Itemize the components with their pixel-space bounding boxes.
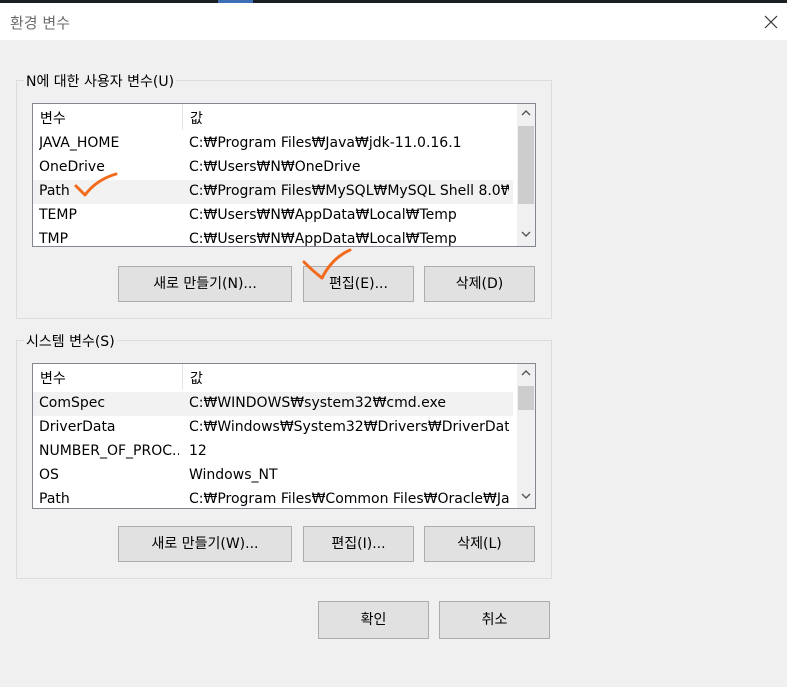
scroll-down-button[interactable] (517, 488, 535, 506)
vertical-scrollbar[interactable] (517, 104, 535, 246)
table-row[interactable]: NUMBER_OF_PROC... 12 (33, 440, 513, 464)
scroll-thumb[interactable] (518, 126, 534, 204)
list-header: 변수 값 (33, 364, 513, 390)
user-edit-button[interactable]: 편집(E)... (303, 266, 414, 302)
variable-value: C:₩Windows₩System32₩Drivers₩DriverData (189, 419, 509, 435)
header-separator (182, 364, 183, 390)
variable-value: 12 (189, 443, 207, 459)
table-row[interactable]: OS Windows_NT (33, 464, 513, 488)
scroll-down-button[interactable] (517, 226, 535, 244)
table-row[interactable]: Path C:₩Program Files₩Common Files₩Oracl… (33, 488, 513, 508)
variable-value: Windows_NT (189, 467, 278, 483)
variable-name: TMP (39, 231, 69, 247)
user-variables-list[interactable]: 변수 값 JAVA_HOME C:₩Program Files₩Java₩jdk… (32, 103, 536, 247)
system-variables-label: 시스템 변수(S) (24, 331, 117, 351)
variable-value: C:₩Users₩N₩AppData₩Local₩Temp (189, 231, 457, 247)
table-row[interactable]: TMP C:₩Users₩N₩AppData₩Local₩Temp (33, 228, 513, 247)
user-delete-button[interactable]: 삭제(D) (424, 266, 535, 302)
system-variables-list[interactable]: 변수 값 ComSpec C:₩WINDOWS₩system32₩cmd.exe… (32, 363, 536, 509)
table-row[interactable]: JAVA_HOME C:₩Program Files₩Java₩jdk-11.0… (33, 132, 513, 156)
window-title: 환경 변수 (10, 14, 70, 32)
header-variable[interactable]: 변수 (40, 368, 66, 388)
variable-name: TEMP (39, 207, 77, 223)
header-value[interactable]: 값 (190, 368, 203, 388)
scroll-thumb[interactable] (518, 386, 534, 410)
ok-button[interactable]: 확인 (318, 601, 429, 639)
cancel-button[interactable]: 취소 (439, 601, 550, 639)
scroll-up-button[interactable] (517, 104, 535, 122)
variable-name: OneDrive (39, 159, 105, 175)
close-button[interactable] (756, 7, 786, 37)
system-delete-button[interactable]: 삭제(L) (424, 526, 535, 562)
header-separator (182, 104, 183, 130)
system-edit-button[interactable]: 편집(I)... (303, 526, 414, 562)
list-header: 변수 값 (33, 104, 513, 130)
variable-name: JAVA_HOME (39, 135, 120, 151)
variable-value: C:₩Program Files₩Common Files₩Oracle₩Ja.… (189, 491, 509, 507)
user-new-button[interactable]: 새로 만들기(N)... (118, 266, 292, 302)
table-row[interactable]: DriverData C:₩Windows₩System32₩Drivers₩D… (33, 416, 513, 440)
variable-value: C:₩WINDOWS₩system32₩cmd.exe (189, 395, 446, 411)
header-variable[interactable]: 변수 (40, 108, 66, 128)
table-row[interactable]: Path C:₩Program Files₩MySQL₩MySQL Shell … (33, 180, 513, 204)
vertical-scrollbar[interactable] (517, 364, 535, 508)
header-value[interactable]: 값 (190, 108, 203, 128)
scroll-up-button[interactable] (517, 364, 535, 382)
variable-value: C:₩Program Files₩MySQL₩MySQL Shell 8.0₩.… (189, 183, 509, 199)
table-row[interactable]: OneDrive C:₩Users₩N₩OneDrive (33, 156, 513, 180)
variable-name: OS (39, 467, 59, 483)
variable-value: C:₩Users₩N₩AppData₩Local₩Temp (189, 207, 457, 223)
variable-name: NUMBER_OF_PROC... (39, 443, 179, 459)
title-bar: 환경 변수 (0, 3, 787, 40)
variable-name: DriverData (39, 419, 116, 435)
variable-value: C:₩Users₩N₩OneDrive (189, 159, 361, 175)
variable-name: Path (39, 183, 70, 199)
variable-name: Path (39, 491, 70, 507)
variable-value: C:₩Program Files₩Java₩jdk-11.0.16.1 (189, 135, 462, 151)
table-row[interactable]: TEMP C:₩Users₩N₩AppData₩Local₩Temp (33, 204, 513, 228)
table-row[interactable]: ComSpec C:₩WINDOWS₩system32₩cmd.exe (33, 392, 513, 416)
user-variables-label: N에 대한 사용자 변수(U) (24, 71, 177, 91)
variable-name: ComSpec (39, 395, 106, 411)
system-new-button[interactable]: 새로 만들기(W)... (118, 526, 292, 562)
